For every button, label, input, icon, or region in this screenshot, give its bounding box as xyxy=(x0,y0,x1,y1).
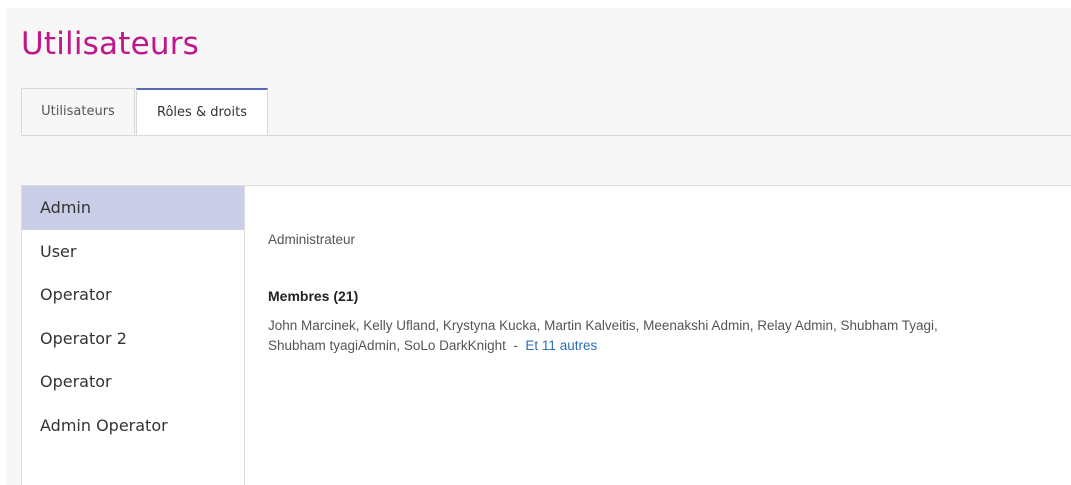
members-title: Membres (21) xyxy=(268,288,359,304)
role-item-user[interactable]: User xyxy=(22,230,244,274)
members-list: John Marcinek, Kelly Ufland, Krystyna Ku… xyxy=(268,316,1068,356)
role-item-admin-operator[interactable]: Admin Operator xyxy=(22,404,244,448)
members-names-tail: Shubham tyagiAdmin, SoLo DarkKnight xyxy=(268,338,506,353)
role-detail: Administrateur Membres (21) John Marcine… xyxy=(268,186,1071,485)
app-frame: Utilisateurs Utilisateurs Rôles & droits… xyxy=(6,8,1071,485)
role-item-operator-2[interactable]: Operator 2 xyxy=(22,317,244,361)
roles-panel: Admin User Operator Operator 2 Operator … xyxy=(21,185,1071,485)
role-item-operator-b[interactable]: Operator xyxy=(22,360,244,404)
tab-roles-droits[interactable]: Rôles & droits xyxy=(136,88,268,135)
role-list: Admin User Operator Operator 2 Operator … xyxy=(22,186,245,485)
page-title: Utilisateurs xyxy=(21,26,200,62)
role-description: Administrateur xyxy=(268,232,356,247)
members-separator: - xyxy=(513,338,518,353)
members-line-2: Shubham tyagiAdmin, SoLo DarkKnight - Et… xyxy=(268,336,1068,356)
members-line-1: John Marcinek, Kelly Ufland, Krystyna Ku… xyxy=(268,318,938,333)
role-item-operator[interactable]: Operator xyxy=(22,273,244,317)
role-item-admin[interactable]: Admin xyxy=(22,186,244,230)
tab-utilisateurs[interactable]: Utilisateurs xyxy=(21,88,135,134)
more-members-link[interactable]: Et 11 autres xyxy=(525,338,597,353)
tab-bar: Utilisateurs Rôles & droits xyxy=(21,88,1071,136)
